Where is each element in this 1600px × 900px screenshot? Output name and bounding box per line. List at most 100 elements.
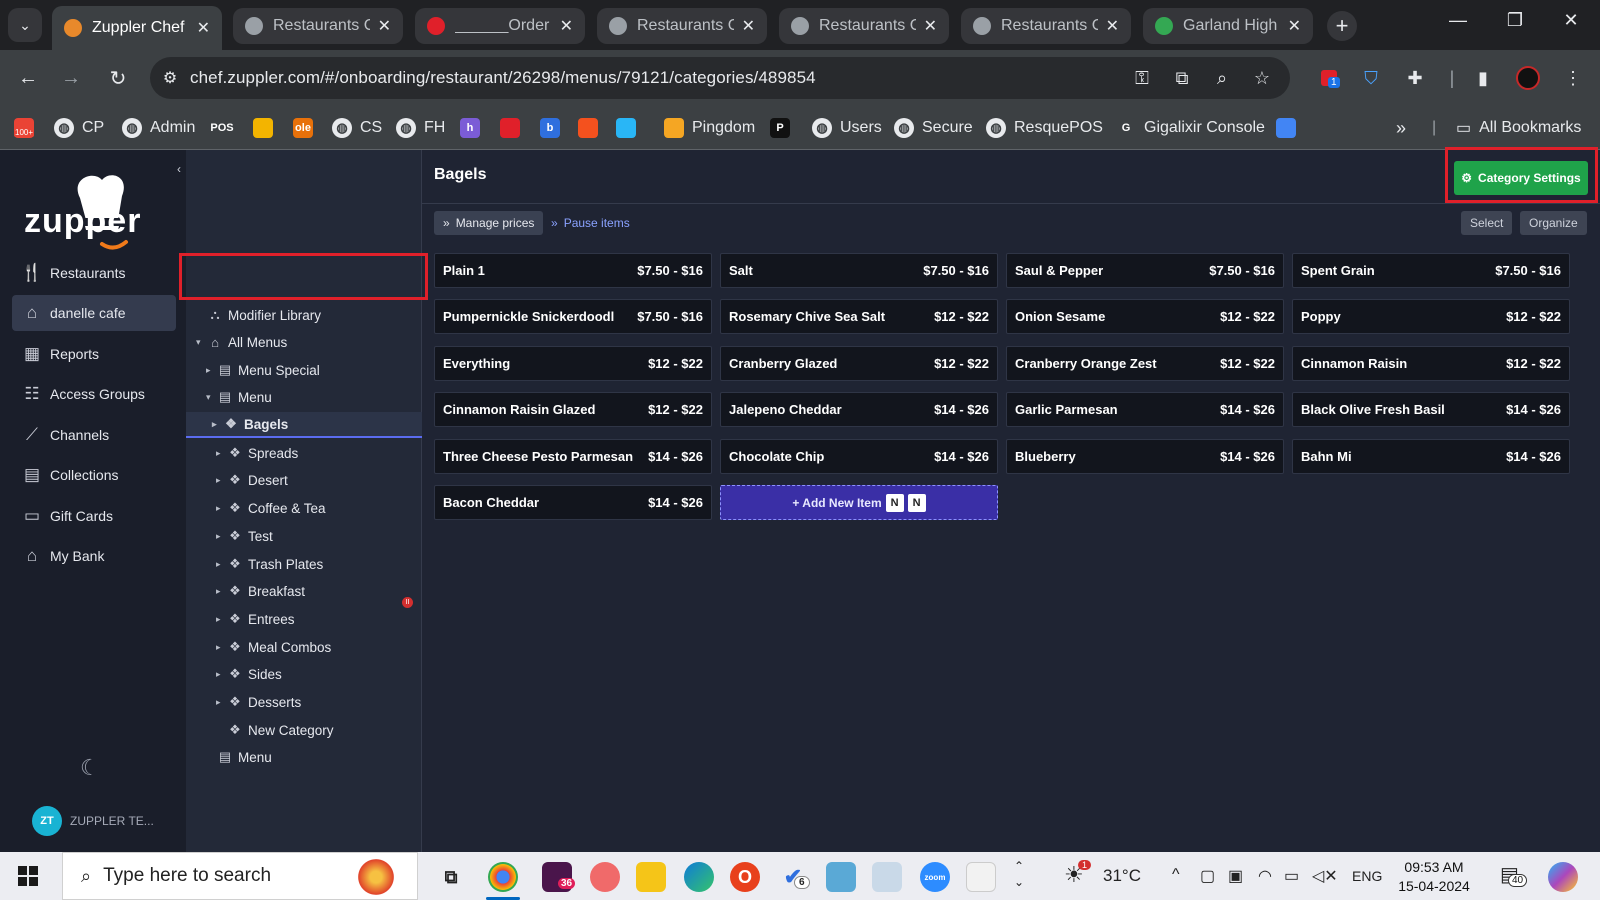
- bookmark-item[interactable]: POS: [210, 116, 240, 140]
- menu-item-card[interactable]: Onion Sesame $12 - $22: [1006, 299, 1284, 334]
- puzzle-icon[interactable]: ✚: [1402, 65, 1428, 91]
- menu-item-card[interactable]: Blueberry $14 - $26: [1006, 439, 1284, 474]
- menu-item-card[interactable]: Poppy $12 - $22: [1292, 299, 1570, 334]
- caret-down-icon[interactable]: ▾: [206, 392, 216, 403]
- back-button[interactable]: ←: [14, 64, 42, 92]
- sidebar-item-gift-cards[interactable]: ▭ Gift Cards: [12, 498, 176, 534]
- bookmark-item[interactable]: G Gigalixir Console: [1116, 116, 1265, 140]
- task-view-icon[interactable]: ⧉: [436, 862, 466, 892]
- close-tab-icon[interactable]: ✕: [560, 16, 573, 36]
- close-tab-icon[interactable]: ✕: [742, 16, 755, 36]
- user-profile[interactable]: ZT ZUPPLER TE...: [32, 806, 154, 836]
- tree-node[interactable]: ⛬ Modifier Library: [196, 302, 321, 328]
- notes-icon[interactable]: [826, 862, 856, 892]
- browser-tab[interactable]: Restaurants C ✕: [233, 8, 403, 44]
- sidebar-item-channels[interactable]: ⟋ Channels: [12, 417, 176, 453]
- caret-right-icon[interactable]: ▸: [216, 669, 226, 680]
- bookmark-item[interactable]: ◍ Users: [812, 116, 882, 140]
- open-external-icon[interactable]: ⧉: [1170, 68, 1194, 89]
- tray-app-icon[interactable]: ▣: [1228, 866, 1243, 886]
- kebab-menu-icon[interactable]: ⋮: [1560, 65, 1586, 91]
- bookmark-item[interactable]: [1276, 116, 1304, 140]
- windows-start-button[interactable]: [18, 866, 38, 886]
- tree-node[interactable]: ▸ ❖ Breakfast: [216, 578, 305, 604]
- sidebar-item-access-groups[interactable]: ☷ Access Groups: [12, 376, 176, 412]
- menu-item-card[interactable]: Rosemary Chive Sea Salt $12 - $22: [720, 299, 998, 334]
- language-indicator[interactable]: ENG: [1352, 868, 1382, 884]
- tree-node[interactable]: ▸ ❖ Trash Plates: [216, 551, 323, 577]
- tree-node[interactable]: ▤ Menu: [206, 744, 272, 770]
- caret-down-icon[interactable]: ▾: [196, 337, 206, 348]
- menu-item-card[interactable]: Cranberry Glazed $12 - $22: [720, 346, 998, 381]
- menu-item-card[interactable]: Three Cheese Pesto Parmesan $14 - $26: [434, 439, 712, 474]
- bookmark-item[interactable]: [578, 116, 606, 140]
- tree-node[interactable]: ▾ ▤ Menu: [206, 384, 272, 410]
- organize-button[interactable]: Organize: [1520, 211, 1587, 235]
- restore-button[interactable]: ❐: [1495, 10, 1535, 31]
- slack-icon[interactable]: 36: [542, 862, 576, 892]
- sidebar-item-danelle-cafe[interactable]: ⌂ danelle cafe: [12, 295, 176, 331]
- menu-item-card[interactable]: Saul & Pepper $7.50 - $16: [1006, 253, 1284, 288]
- menu-item-card[interactable]: Everything $12 - $22: [434, 346, 712, 381]
- moon-icon[interactable]: ☾: [80, 755, 100, 781]
- caret-right-icon[interactable]: ▸: [216, 475, 226, 486]
- edge-icon[interactable]: [684, 862, 714, 892]
- forward-button[interactable]: →: [57, 64, 85, 92]
- asana-icon[interactable]: [590, 862, 620, 892]
- bookmark-item[interactable]: [500, 116, 528, 140]
- menu-item-card[interactable]: Bacon Cheddar $14 - $26: [434, 485, 712, 520]
- menu-item-card[interactable]: Cinnamon Raisin Glazed $12 - $22: [434, 392, 712, 427]
- todo-icon[interactable]: ✔ 6: [778, 862, 810, 892]
- menu-item-card[interactable]: Black Olive Fresh Basil $14 - $26: [1292, 392, 1570, 427]
- browser-tab[interactable]: Garland High ✕: [1143, 8, 1313, 44]
- file-explorer-icon[interactable]: [636, 862, 666, 892]
- bookmark-item[interactable]: ◍ FH: [396, 116, 445, 140]
- caret-right-icon[interactable]: ▸: [206, 365, 216, 376]
- weather-icon[interactable]: ☀ 1: [1064, 860, 1092, 888]
- more-bookmarks-button[interactable]: »: [1396, 116, 1406, 140]
- tree-node[interactable]: ▸ ▤ Menu Special: [206, 357, 320, 383]
- new-tab-button[interactable]: +: [1327, 11, 1357, 41]
- menu-item-card[interactable]: Cranberry Orange Zest $12 - $22: [1006, 346, 1284, 381]
- address-bar[interactable]: ⚙ chef.zuppler.com/#/onboarding/restaura…: [150, 57, 1290, 99]
- caret-right-icon[interactable]: ▸: [216, 614, 226, 625]
- close-tab-icon[interactable]: ✕: [1288, 16, 1301, 36]
- caret-right-icon[interactable]: ▸: [216, 559, 226, 570]
- menu-item-card[interactable]: Cinnamon Raisin $12 - $22: [1292, 346, 1570, 381]
- copilot-icon[interactable]: [1548, 862, 1578, 892]
- tree-node[interactable]: ▸ ❖ Test: [216, 523, 273, 549]
- bookmark-item[interactable]: 100+: [14, 116, 42, 140]
- side-panel-icon[interactable]: ▮: [1470, 65, 1496, 91]
- manage-prices-button[interactable]: » Manage prices: [434, 211, 544, 235]
- volume-muted-icon[interactable]: ◁✕: [1312, 866, 1338, 886]
- menu-item-card[interactable]: Bahn Mi $14 - $26: [1292, 439, 1570, 474]
- battery-icon[interactable]: ▭: [1284, 866, 1299, 886]
- caret-right-icon[interactable]: ▸: [216, 586, 226, 597]
- caret-right-icon[interactable]: ▸: [216, 642, 226, 653]
- menu-item-card[interactable]: Garlic Parmesan $14 - $26: [1006, 392, 1284, 427]
- site-info-icon[interactable]: ⚙: [150, 68, 190, 88]
- bookmark-item[interactable]: ole: [293, 116, 321, 140]
- bookmark-item[interactable]: P: [770, 116, 798, 140]
- menu-item-card[interactable]: Salt $7.50 - $16: [720, 253, 998, 288]
- browser-tab[interactable]: Restaurants C ✕: [597, 8, 767, 44]
- browser-tab[interactable]: Restaurants C ✕: [779, 8, 949, 44]
- menu-item-card[interactable]: Chocolate Chip $14 - $26: [720, 439, 998, 474]
- opera-icon[interactable]: O: [730, 862, 760, 892]
- bookmark-item[interactable]: b: [540, 116, 568, 140]
- bookmark-item[interactable]: Pingdom: [664, 116, 755, 140]
- caret-right-icon[interactable]: ▸: [212, 419, 222, 430]
- browser-tab[interactable]: ______Order ✕: [415, 8, 585, 44]
- zoom-app-icon[interactable]: zoom: [920, 862, 950, 892]
- blank-app-icon[interactable]: [966, 862, 996, 892]
- close-tab-icon[interactable]: ✕: [1106, 16, 1119, 36]
- taskbar-search[interactable]: ⌕ Type here to search: [62, 852, 418, 900]
- browser-tab[interactable]: Restaurants C ✕: [961, 8, 1131, 44]
- tree-node[interactable]: ▸ ❖ Entrees: [216, 606, 295, 632]
- caret-right-icon[interactable]: ▸: [216, 503, 226, 514]
- star-icon[interactable]: ☆: [1250, 68, 1274, 89]
- show-hidden-icons[interactable]: ^: [1172, 866, 1180, 884]
- menu-item-card[interactable]: Plain 1 $7.50 - $16: [434, 253, 712, 288]
- bookmark-item[interactable]: ◍ CS: [332, 116, 382, 140]
- wifi-icon[interactable]: ◠: [1258, 866, 1272, 886]
